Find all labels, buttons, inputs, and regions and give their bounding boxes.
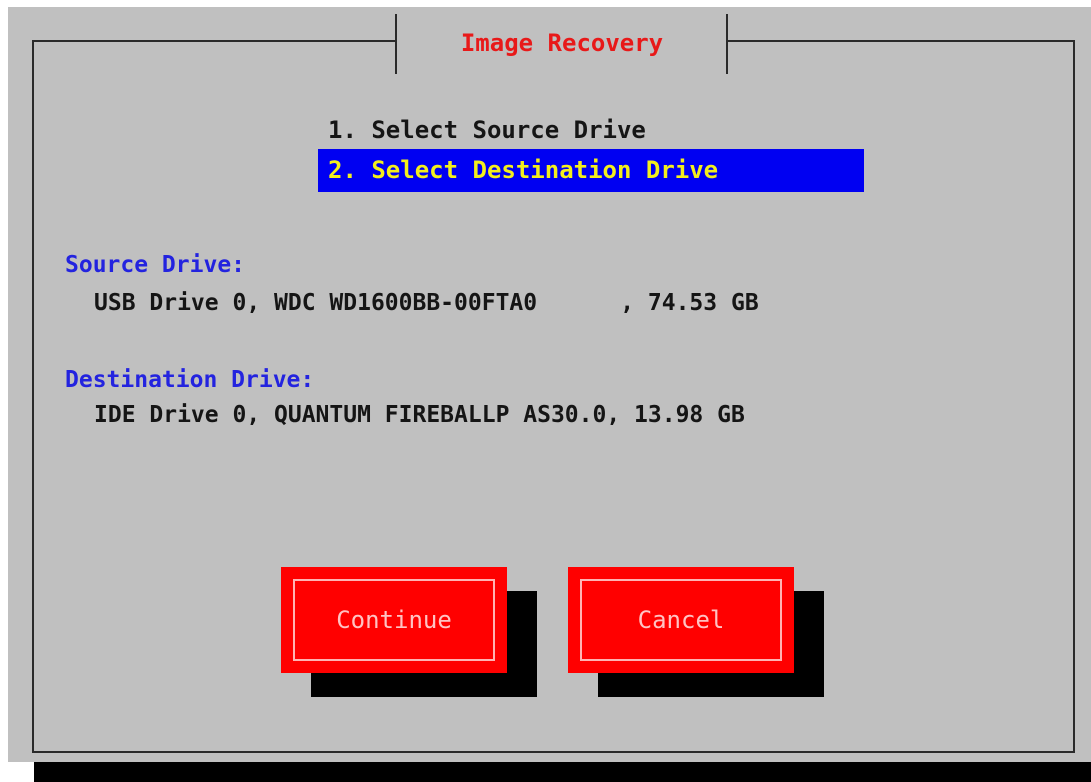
continue-button-group: Continue (281, 567, 537, 697)
dialog-title: Image Recovery (460, 29, 664, 57)
dialog-frame-left (32, 40, 34, 753)
continue-button-label: Continue (336, 606, 452, 634)
cancel-button[interactable]: Cancel (568, 567, 794, 673)
dialog-shadow (34, 762, 1091, 782)
dialog-frame-top-left (32, 40, 397, 42)
image-recovery-dialog: Image Recovery 1. Select Source Drive 2.… (8, 7, 1091, 762)
title-frame-right-tick (726, 14, 728, 74)
cancel-button-label: Cancel (637, 606, 725, 634)
destination-drive-value: IDE Drive 0, QUANTUM FIREBALLP AS30.0, 1… (94, 402, 745, 428)
source-drive-label: Source Drive: (65, 252, 246, 278)
destination-drive-label: Destination Drive: (65, 367, 315, 393)
dialog-frame-right (1073, 40, 1075, 753)
continue-button-focus-frame: Continue (293, 579, 495, 661)
cancel-button-focus-frame: Cancel (580, 579, 782, 661)
title-frame-left-tick (395, 14, 397, 74)
dialog-frame-top-right (726, 40, 1075, 42)
source-drive-value: USB Drive 0, WDC WD1600BB-00FTA0 , 74.53… (94, 290, 759, 316)
menu-item-select-source-drive[interactable]: 1. Select Source Drive (328, 111, 646, 149)
continue-button[interactable]: Continue (281, 567, 507, 673)
menu-item-select-destination-drive[interactable]: 2. Select Destination Drive (318, 149, 864, 192)
dialog-frame-bottom (32, 751, 1075, 753)
cancel-button-group: Cancel (568, 567, 824, 697)
